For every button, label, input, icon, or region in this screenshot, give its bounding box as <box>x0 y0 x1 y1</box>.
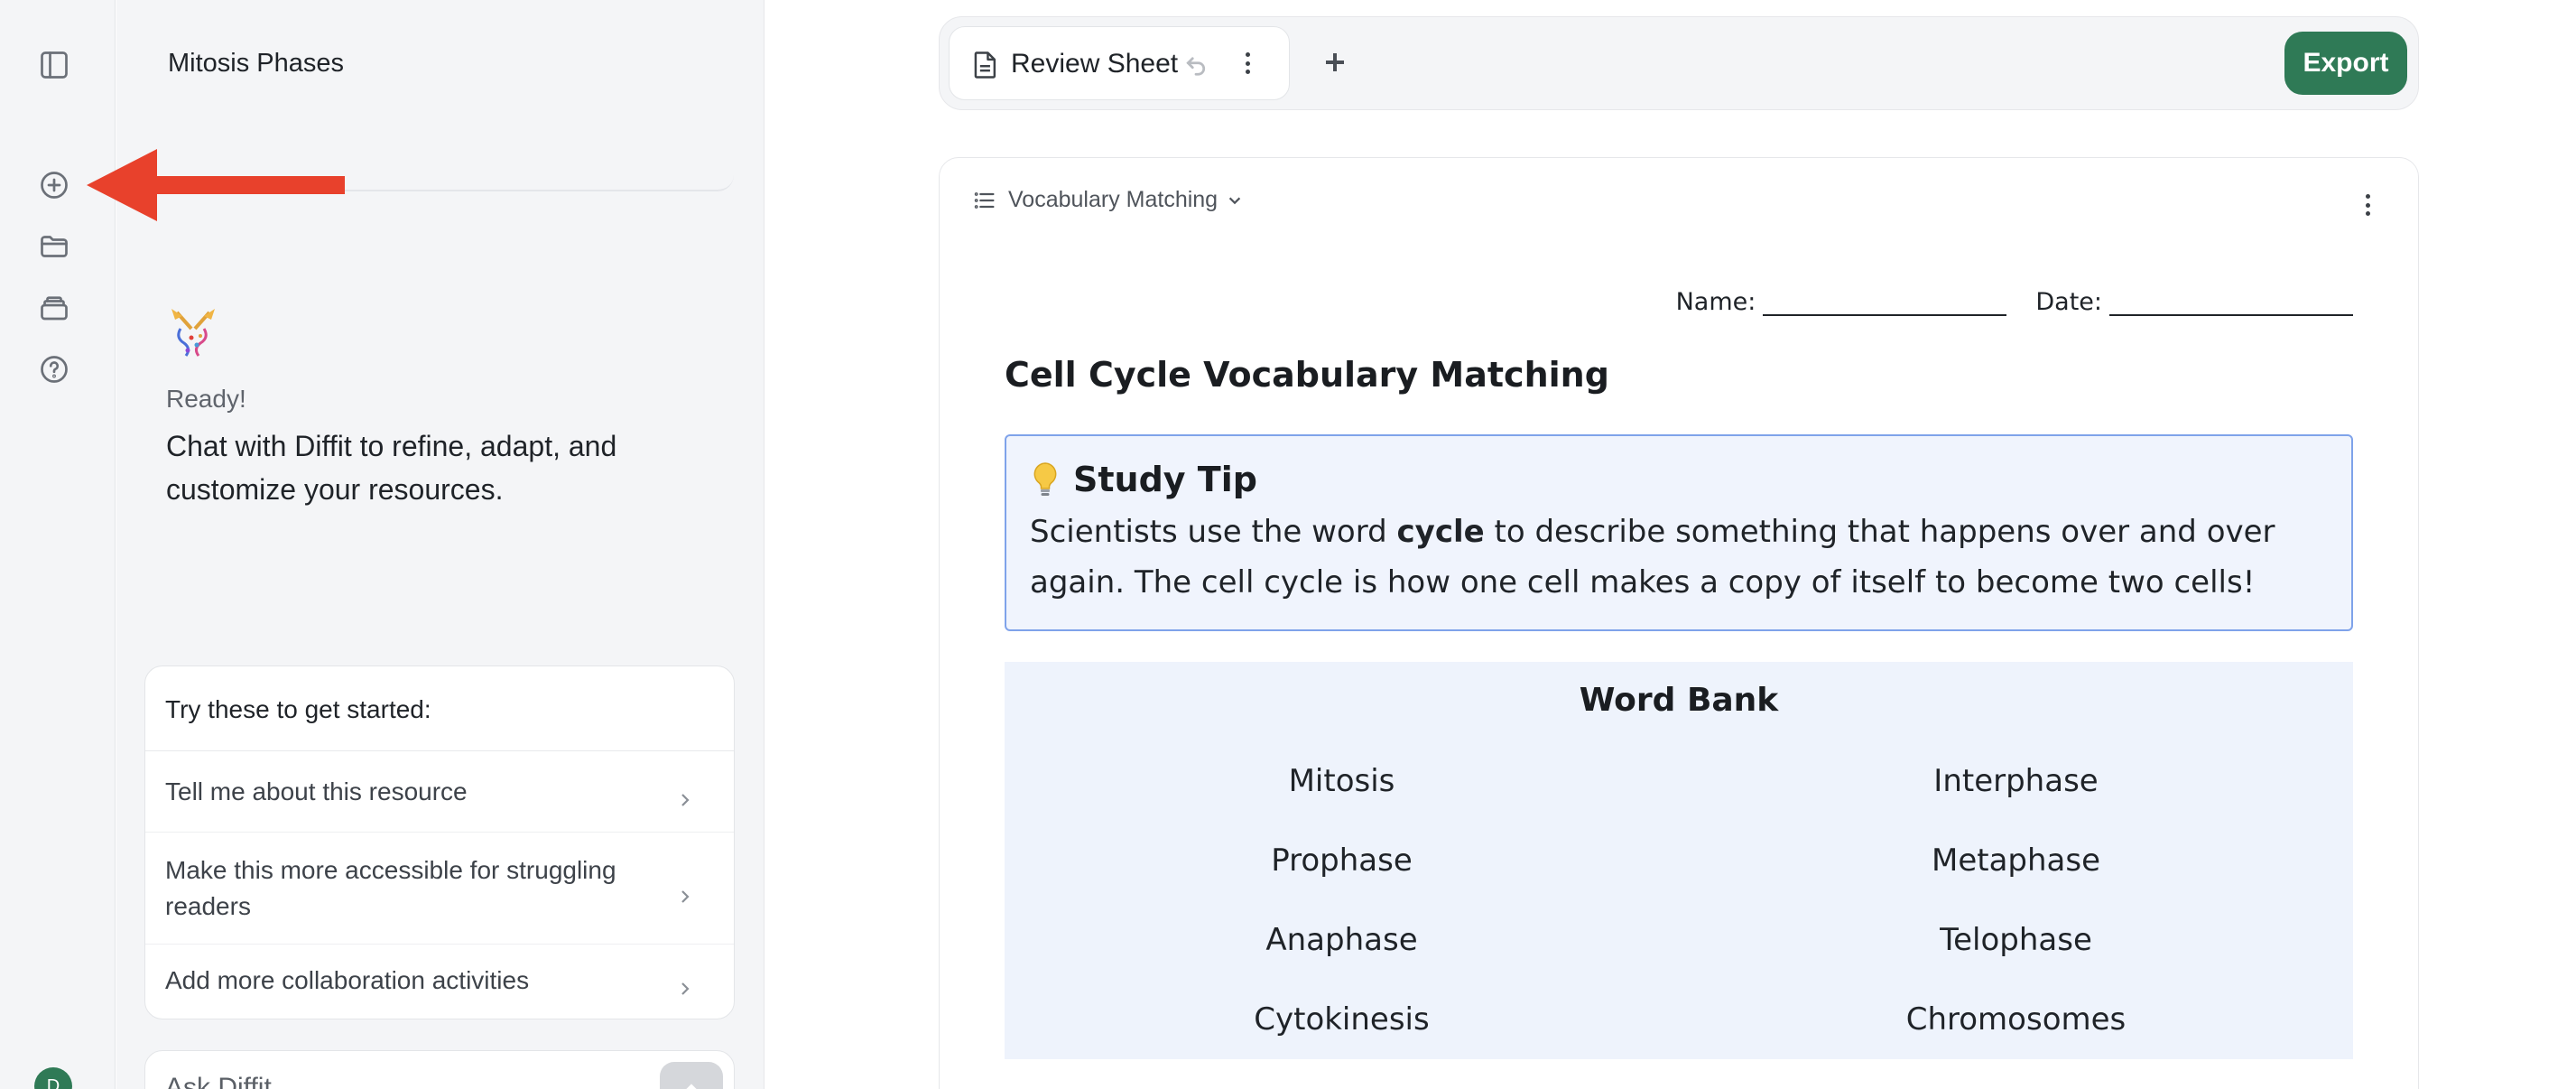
help-icon[interactable] <box>34 349 74 389</box>
study-tip-heading: Study Tip <box>1073 460 1257 499</box>
worksheet-title: Cell Cycle Vocabulary Matching <box>1005 355 1609 395</box>
tab-more-icon[interactable] <box>1235 49 1260 78</box>
party-popper-icon <box>171 309 215 357</box>
list-icon <box>972 188 997 213</box>
card-more-icon[interactable] <box>2366 191 2370 216</box>
tip-text: Scientists use the word <box>1030 514 1397 550</box>
suggestion-label: Add more collaboration activities <box>165 966 530 994</box>
send-button[interactable] <box>660 1062 723 1089</box>
word-bank-word: Anaphase <box>1265 922 1418 958</box>
word-bank-heading: Word Bank <box>1579 682 1779 719</box>
study-tip-box: Study Tip Scientists use the word cycle … <box>1005 434 2353 631</box>
section-label: Vocabulary Matching <box>1008 187 1219 212</box>
ready-label: Ready! <box>166 385 246 413</box>
sidebar-toggle-icon[interactable] <box>34 45 74 85</box>
study-tip-body: Scientists use the word cycle to describ… <box>1030 507 2328 608</box>
tip-bold-word: cycle <box>1396 514 1485 550</box>
chat-intro-text: Chat with Diffit to refine, adapt, and c… <box>166 430 617 506</box>
new-chat-icon[interactable] <box>34 165 74 205</box>
date-label: Date: <box>2035 288 2102 316</box>
suggestions-card: Try these to get started: Tell me about … <box>144 666 735 1019</box>
word-bank-word: Mitosis <box>1288 763 1395 799</box>
suggestion-item[interactable]: Add more collaboration activities <box>145 945 734 1017</box>
tab-bar: Review Sheet Export <box>939 16 2419 110</box>
suggestion-item[interactable]: Make this more accessible for struggling… <box>145 833 734 945</box>
tab-review-sheet[interactable]: Review Sheet <box>949 26 1290 100</box>
word-bank-word: Metaphase <box>1931 842 2101 879</box>
library-icon[interactable] <box>34 288 74 328</box>
name-date-row: Name: Date: <box>1676 288 2353 316</box>
add-tab-icon[interactable] <box>1317 44 1353 80</box>
chevron-right-icon <box>676 880 694 903</box>
suggestion-label: Tell me about this resource <box>165 777 468 805</box>
suggestions-heading: Try these to get started: <box>145 666 734 751</box>
lightbulb-icon <box>1033 462 1057 496</box>
chevron-right-icon <box>676 972 694 995</box>
chat-title: Mitosis Phases <box>168 49 345 78</box>
word-bank-word: Telophase <box>1940 922 2092 958</box>
chevron-down-icon <box>1227 192 1243 209</box>
arrow-up-icon <box>686 1084 697 1089</box>
avatar[interactable]: D <box>34 1067 72 1089</box>
folder-icon[interactable] <box>34 227 74 266</box>
document-icon <box>973 51 998 79</box>
chat-input-box <box>144 1050 735 1089</box>
section-dropdown[interactable]: Vocabulary Matching <box>972 187 1243 213</box>
chevron-right-icon <box>676 783 694 806</box>
worksheet-card: Vocabulary Matching Name: Date: Cell Cyc… <box>939 157 2419 1089</box>
chat-input[interactable] <box>165 1073 616 1089</box>
date-blank <box>2109 291 2353 316</box>
word-bank-word: Prophase <box>1271 842 1413 879</box>
suggestion-item[interactable]: Tell me about this resource <box>145 751 734 833</box>
word-bank: Word Bank Mitosis Interphase Prophase Me… <box>1005 662 2353 1059</box>
name-label: Name: <box>1675 288 1756 316</box>
undo-icon[interactable] <box>1182 51 1209 78</box>
suggestion-label: Make this more accessible for struggling… <box>165 855 616 920</box>
tab-label: Review Sheet <box>1011 49 1179 79</box>
word-bank-word: Chromosomes <box>1905 1001 2127 1038</box>
word-bank-word: Cytokinesis <box>1254 1001 1430 1038</box>
annotation-arrow <box>87 149 345 221</box>
word-bank-word: Interphase <box>1933 763 2099 799</box>
export-button[interactable]: Export <box>2284 32 2407 95</box>
name-blank <box>1763 291 2007 316</box>
